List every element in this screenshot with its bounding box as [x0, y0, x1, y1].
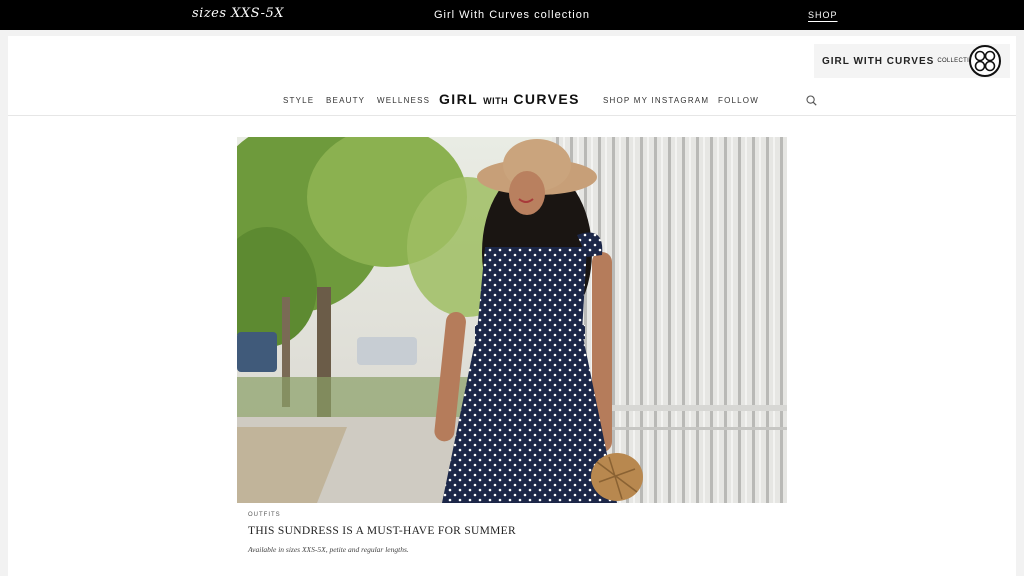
- page-container: GIRL WITH CURVES COLLECTION STYLE BEAUTY…: [8, 36, 1016, 576]
- badge-brand-text: GIRL WITH CURVES: [822, 55, 935, 67]
- nav-item-style[interactable]: STYLE: [283, 96, 314, 105]
- logo-word-girl: GIRL: [439, 91, 478, 107]
- post-excerpt: Available in sizes XXS-5X, petite and re…: [248, 545, 409, 554]
- search-icon[interactable]: [806, 95, 817, 106]
- nav-item-shop-my-instagram[interactable]: SHOP MY INSTAGRAM: [603, 96, 709, 105]
- collection-emblem-icon: [969, 45, 1001, 77]
- post-title[interactable]: THIS SUNDRESS IS A MUST-HAVE FOR SUMMER: [248, 525, 516, 537]
- main-nav: STYLE BEAUTY WELLNESS GIRL WITH CURVES S…: [8, 88, 1016, 114]
- collection-text[interactable]: Girl With Curves collection: [0, 9, 1024, 21]
- nav-item-beauty[interactable]: BEAUTY: [326, 96, 365, 105]
- collection-badge[interactable]: GIRL WITH CURVES COLLECTION: [814, 44, 1010, 78]
- post-hero-image[interactable]: [237, 137, 787, 503]
- logo-word-curves: CURVES: [513, 91, 580, 107]
- logo-word-with: WITH: [483, 96, 509, 106]
- shop-link[interactable]: SHOP: [808, 10, 838, 20]
- hero-photo: [237, 137, 787, 503]
- nav-item-follow[interactable]: FOLLOW: [718, 96, 759, 105]
- nav-item-wellness[interactable]: WELLNESS: [377, 96, 430, 105]
- post-category[interactable]: OUTFITS: [248, 512, 281, 518]
- site-logo[interactable]: GIRL WITH CURVES: [439, 91, 580, 107]
- nav-divider: [8, 115, 1016, 116]
- announcement-bar: sizes XXS-5X Girl With Curves collection…: [0, 0, 1024, 30]
